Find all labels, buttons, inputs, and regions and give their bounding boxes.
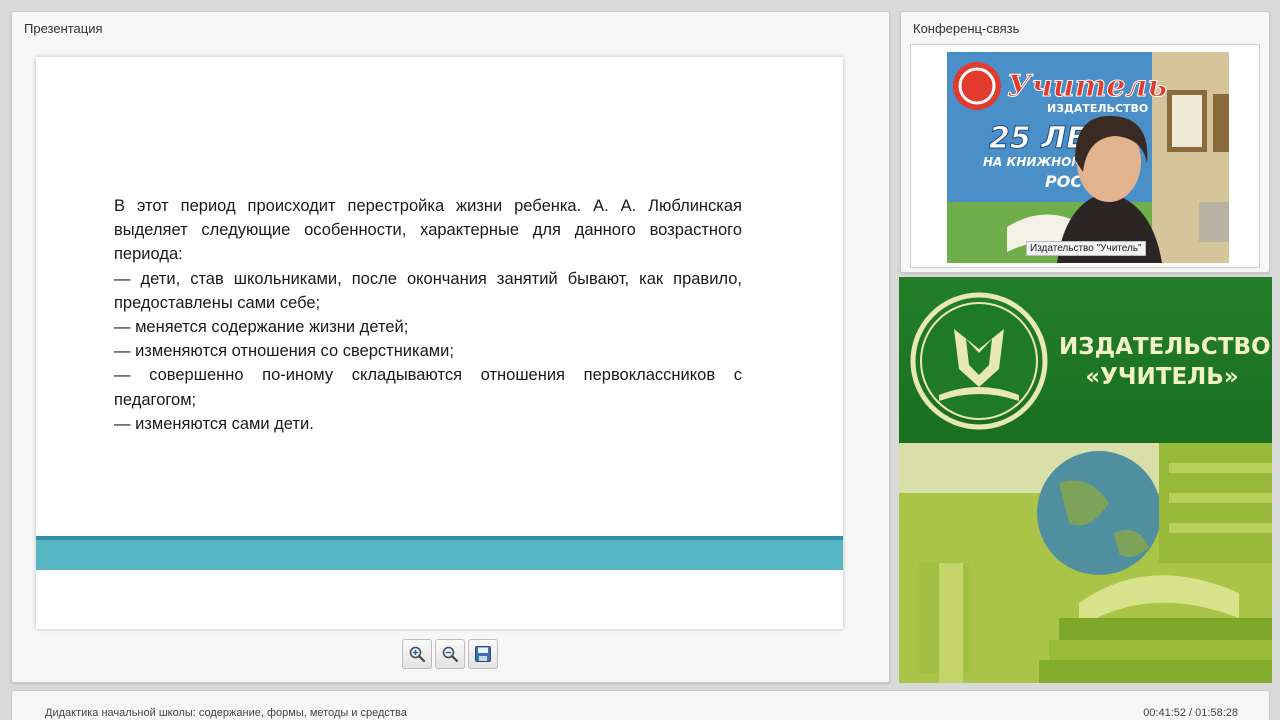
slide-text: В этот период происходит перестройка жиз… [114, 194, 742, 436]
zoom-out-button[interactable] [435, 639, 465, 669]
poster-brand: Учитель [1007, 69, 1167, 104]
video-feed[interactable]: Учитель ИЗДАТЕЛЬСТВО 25 ЛЕТ НА КНИЖНОМ Р… [947, 52, 1229, 263]
slide-paragraph: — меняется содержание жизни детей; [114, 318, 409, 337]
playback-time: 00:41:52 / 01:58:28 [1143, 707, 1238, 719]
presentation-panel: Презентация В этот период происходит пер… [11, 11, 890, 683]
publisher-name: ИЗДАТЕЛЬСТВО «УЧИТЕЛЬ» [1059, 332, 1271, 392]
footer-bar: Дидактика начальной школы: содержание, ф… [11, 690, 1270, 720]
slide: В этот период происходит перестройка жиз… [36, 57, 843, 629]
slide-toolbar [402, 639, 498, 669]
video-participant-label: Издательство "Учитель" [1026, 241, 1146, 256]
books-globe-image [899, 443, 1272, 683]
conference-title: Конференц-связь [913, 21, 1020, 36]
slide-paragraph: — изменяются отношения со сверстниками; [114, 342, 454, 361]
zoom-out-icon [442, 646, 459, 663]
slide-paragraph: В этот период происходит перестройка жиз… [114, 197, 742, 264]
banner-image [899, 443, 1272, 683]
save-button[interactable] [468, 639, 498, 669]
publisher-logo [910, 292, 1048, 430]
publisher-name-line2: «УЧИТЕЛЬ» [1085, 364, 1239, 390]
slide-paragraph: — совершенно по-иному складываются отнош… [114, 366, 742, 409]
conference-panel: Конференц-связь Учитель ИЗДАТЕЛЬСТВО 25 … [900, 11, 1270, 273]
poster-sub: ИЗДАТЕЛЬСТВО [1047, 102, 1148, 115]
slide-band-light [36, 540, 843, 570]
video-scene: Учитель ИЗДАТЕЛЬСТВО 25 ЛЕТ НА КНИЖНОМ Р… [947, 52, 1229, 263]
slide-paragraph: — изменяются сами дети. [114, 414, 314, 433]
zoom-in-button[interactable] [402, 639, 432, 669]
publisher-banner: ИЗДАТЕЛЬСТВО «УЧИТЕЛЬ» [899, 277, 1272, 683]
course-title: Дидактика начальной школы: содержание, ф… [45, 707, 407, 719]
save-icon [475, 646, 491, 662]
banner-header: ИЗДАТЕЛЬСТВО «УЧИТЕЛЬ» [899, 277, 1272, 443]
video-frame: Учитель ИЗДАТЕЛЬСТВО 25 ЛЕТ НА КНИЖНОМ Р… [910, 44, 1260, 268]
slide-paragraph: — дети, став школьниками, после окончани… [114, 269, 742, 312]
zoom-in-icon [409, 646, 426, 663]
publisher-name-line1: ИЗДАТЕЛЬСТВО [1059, 334, 1271, 360]
presentation-title: Презентация [24, 21, 103, 36]
